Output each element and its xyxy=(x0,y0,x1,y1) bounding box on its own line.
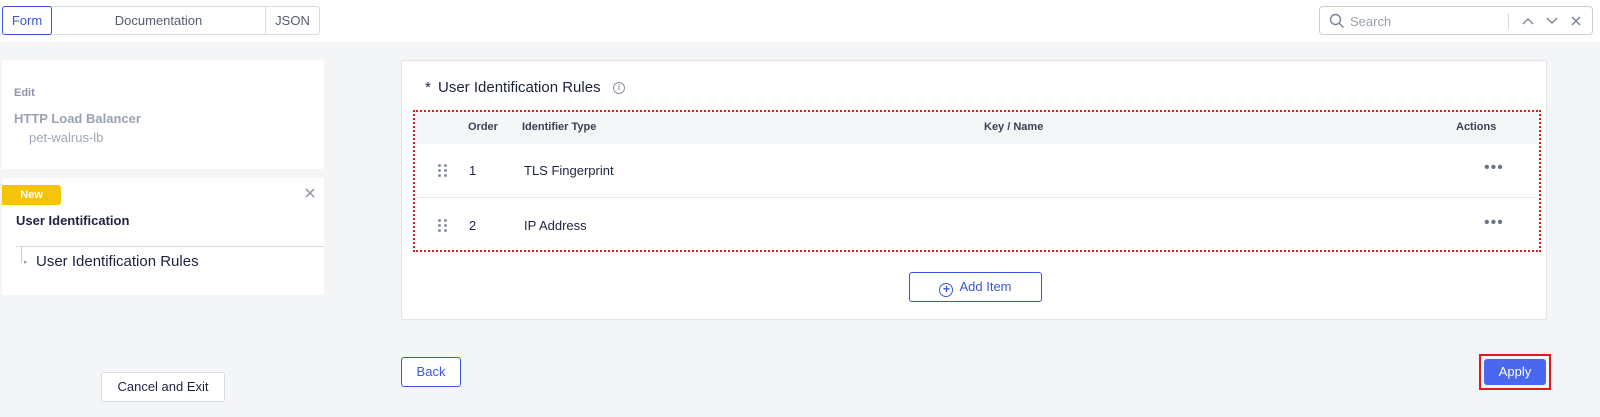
cell-identifier-type: TLS Fingerprint xyxy=(524,163,614,178)
cell-order: 2 xyxy=(469,218,477,233)
top-bar: Form Documentation JSON xyxy=(0,0,1600,42)
section-nav-card: New User Identification ▸ User Identific… xyxy=(2,178,324,295)
section-divider xyxy=(16,246,324,247)
table-row[interactable]: 2 IP Address ••• xyxy=(414,199,1538,253)
row-actions-menu-icon[interactable]: ••• xyxy=(1484,214,1504,232)
search-input[interactable] xyxy=(1350,11,1520,31)
chevron-up-icon[interactable] xyxy=(1520,13,1536,29)
tab-json[interactable]: JSON xyxy=(266,7,319,34)
drag-handle-icon[interactable] xyxy=(438,219,448,233)
tree-arrow-icon: ▸ xyxy=(24,259,28,266)
section-title: User Identification xyxy=(16,213,130,228)
nav-item-user-identification-rules[interactable]: User Identification Rules xyxy=(36,253,199,270)
add-item-label: Add Item xyxy=(959,279,1012,294)
rules-card: * User Identification Rules i Order Iden… xyxy=(401,60,1547,320)
close-icon[interactable] xyxy=(1568,13,1584,29)
column-header-actions: Actions xyxy=(1456,121,1497,133)
chevron-down-icon[interactable] xyxy=(1544,13,1560,29)
cancel-and-exit-button[interactable]: Cancel and Exit xyxy=(101,372,225,402)
object-name: pet-walrus-lb xyxy=(29,130,104,145)
close-section-icon[interactable] xyxy=(303,186,317,200)
back-button[interactable]: Back xyxy=(401,357,461,387)
cell-order: 1 xyxy=(469,163,477,178)
table-row[interactable]: 1 TLS Fingerprint ••• xyxy=(414,144,1538,198)
rules-table: Order Identifier Type Key / Name Actions… xyxy=(414,111,1538,253)
column-header-identifier-type: Identifier Type xyxy=(522,121,597,133)
apply-button[interactable]: Apply xyxy=(1484,359,1546,385)
search-box xyxy=(1319,6,1593,35)
tab-form[interactable]: Form xyxy=(2,6,52,35)
cell-identifier-type: IP Address xyxy=(524,218,587,233)
search-divider xyxy=(1508,13,1509,29)
edit-label: Edit xyxy=(14,87,35,99)
drag-handle-icon[interactable] xyxy=(438,164,448,178)
info-icon[interactable]: i xyxy=(613,82,625,94)
edit-summary-card: Edit HTTP Load Balancer pet-walrus-lb xyxy=(2,60,324,169)
row-actions-menu-icon[interactable]: ••• xyxy=(1484,159,1504,177)
column-header-key-name: Key / Name xyxy=(984,121,1044,133)
tree-connector xyxy=(21,247,22,263)
view-tabs: Form Documentation JSON xyxy=(2,6,320,35)
object-type: HTTP Load Balancer xyxy=(14,111,141,126)
section-heading: User Identification Rules xyxy=(438,79,601,96)
tab-documentation[interactable]: Documentation xyxy=(52,7,266,34)
search-icon xyxy=(1329,13,1344,28)
new-badge: New xyxy=(2,185,61,205)
required-marker: * xyxy=(425,79,431,96)
add-item-button[interactable]: + Add Item xyxy=(909,272,1042,302)
column-header-order: Order xyxy=(468,121,498,133)
plus-circle-icon: + xyxy=(939,283,954,297)
table-header: Order Identifier Type Key / Name Actions xyxy=(414,111,1538,144)
